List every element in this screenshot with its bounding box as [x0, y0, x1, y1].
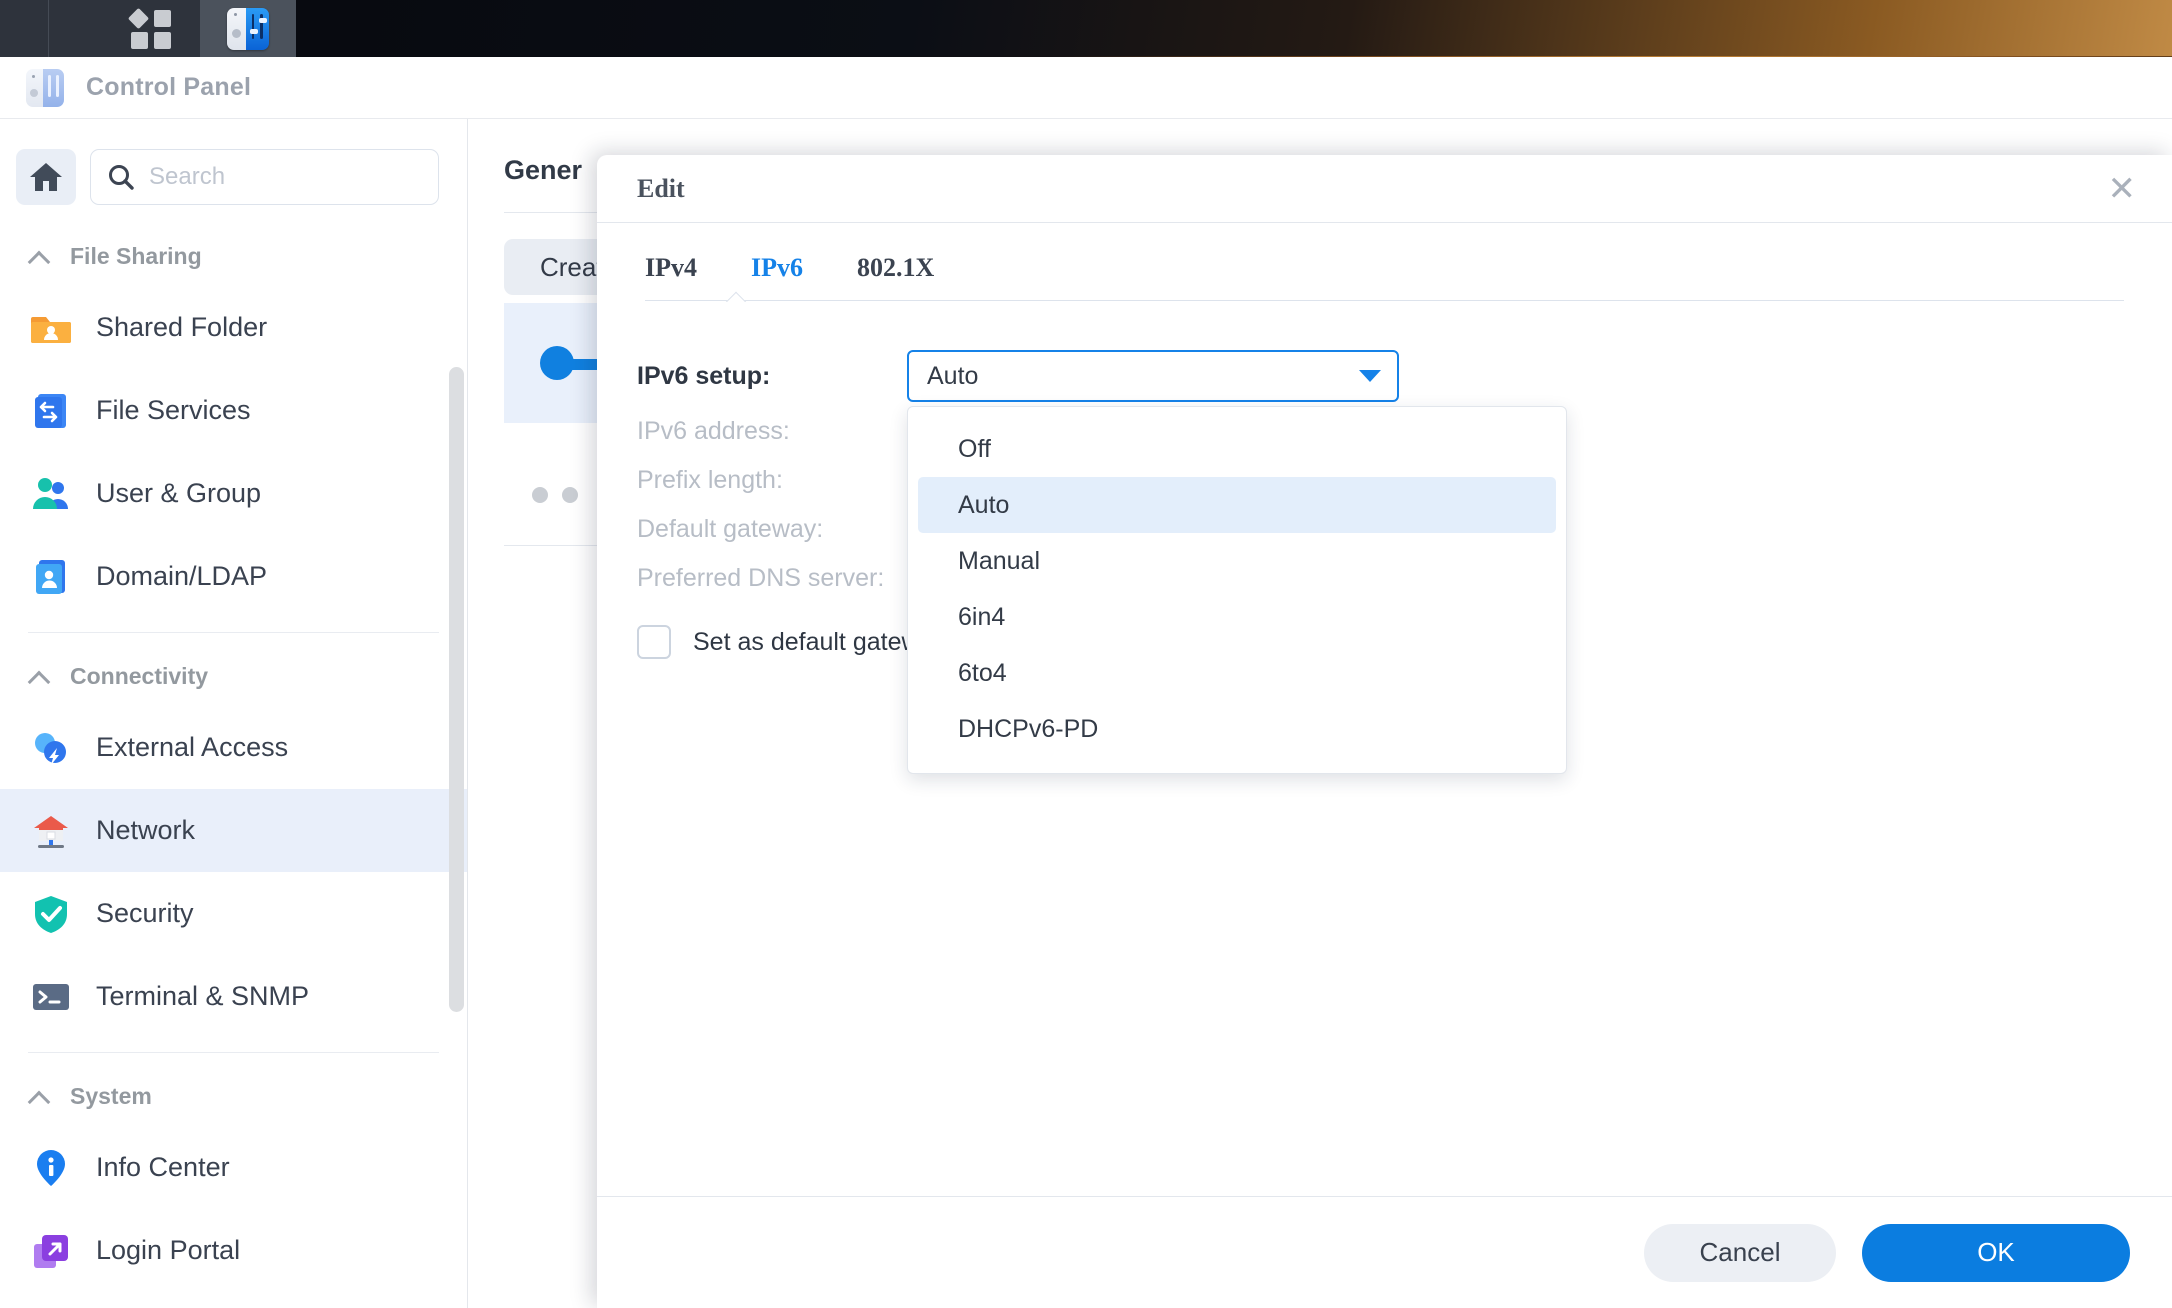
ok-button[interactable]: OK — [1862, 1223, 2130, 1282]
sidebar-item-terminal-snmp[interactable]: Terminal & SNMP — [0, 955, 467, 1038]
home-button[interactable] — [16, 149, 76, 205]
dropdown-option-auto[interactable]: Auto — [918, 477, 1556, 533]
sidebar-item-network[interactable]: Network — [0, 789, 467, 872]
sidebar-scroll-area: File Sharing Shared Folder File Services… — [0, 227, 467, 1308]
taskbar — [0, 0, 2172, 57]
dropdown-option-6in4[interactable]: 6in4 — [918, 589, 1556, 645]
dialog-tabs: IPv4 IPv6 802.1X — [597, 223, 2172, 301]
shared-folder-icon — [30, 307, 72, 349]
sidebar-item-label: Terminal & SNMP — [96, 981, 310, 1011]
ipv6-setup-value: Auto — [927, 361, 979, 390]
taskbar-apps-button[interactable] — [104, 0, 200, 57]
info-center-icon — [30, 1147, 72, 1189]
form-row-ipv6-setup: IPv6 setup: Auto Off Auto Manual 6in4 6t… — [597, 345, 2172, 774]
chevron-up-icon — [30, 251, 50, 263]
control-panel-icon — [26, 68, 64, 107]
sidebar-item-domain-ldap[interactable]: Domain/LDAP — [0, 535, 467, 618]
taskbar-divider — [48, 0, 49, 57]
dialog-header: Edit ✕ — [597, 155, 2172, 223]
set-default-gateway-checkbox[interactable] — [637, 625, 671, 659]
sidebar-item-external-access[interactable]: External Access — [0, 706, 467, 789]
sidebar-scrollbar[interactable] — [449, 367, 464, 1012]
ipv6-setup-dropdown: Off Auto Manual 6in4 6to4 DHCPv6-PD — [907, 406, 1567, 774]
edit-dialog: Edit ✕ IPv4 IPv6 802.1X IPv6 setup: Auto… — [597, 155, 2172, 1308]
sidebar-item-label: Login Portal — [96, 1235, 241, 1265]
sidebar-item-label: Info Center — [96, 1152, 230, 1182]
taskbar-app-group — [0, 0, 200, 57]
dialog-footer: Cancel OK — [597, 1196, 2172, 1308]
search-icon — [109, 165, 134, 190]
sidebar-item-info-center[interactable]: Info Center — [0, 1126, 467, 1209]
login-portal-icon — [30, 1230, 72, 1272]
sidebar-group-system[interactable]: System — [0, 1067, 467, 1126]
sidebar-item-label: Network — [96, 815, 196, 845]
apps-icon — [127, 7, 173, 50]
sidebar-item-label: File Services — [96, 395, 251, 425]
dialog-body: IPv6 setup: Auto Off Auto Manual 6in4 6t… — [597, 301, 2172, 1196]
label-preferred-dns-server: Preferred DNS server: — [637, 564, 885, 592]
chevron-up-icon — [30, 671, 50, 683]
tab-8021x[interactable]: 802.1X — [857, 253, 934, 301]
search-input[interactable]: Search — [90, 149, 439, 205]
dialog-title: Edit — [637, 173, 685, 203]
sidebar-group-file-sharing[interactable]: File Sharing — [0, 227, 467, 286]
dropdown-option-dhcpv6-pd[interactable]: DHCPv6-PD — [918, 701, 1556, 757]
sidebar-divider — [28, 1052, 439, 1053]
search-placeholder: Search — [149, 163, 226, 190]
sidebar-item-shared-folder[interactable]: Shared Folder — [0, 286, 467, 369]
dot-icon — [532, 487, 548, 503]
dropdown-option-6to4[interactable]: 6to4 — [918, 645, 1556, 701]
sidebar-header: Search — [0, 119, 467, 227]
external-access-icon — [30, 727, 72, 769]
control-panel-icon — [227, 7, 269, 50]
sidebar-item-security[interactable]: Security — [0, 872, 467, 955]
sidebar-item-label: Domain/LDAP — [96, 561, 268, 591]
sidebar-item-label: Security — [96, 898, 194, 928]
sidebar-item-login-portal[interactable]: Login Portal — [0, 1209, 467, 1292]
security-shield-icon — [30, 893, 72, 935]
sidebar-group-label: Connectivity — [70, 663, 209, 689]
label-ipv6-address: IPv6 address: — [637, 417, 790, 445]
user-group-icon — [30, 473, 72, 515]
home-icon — [30, 163, 62, 191]
tab-ipv4[interactable]: IPv4 — [645, 253, 697, 301]
sidebar-divider — [28, 632, 439, 633]
cancel-button[interactable]: Cancel — [1644, 1223, 1836, 1282]
sidebar-group-label: File Sharing — [70, 243, 202, 269]
sidebar-item-label: User & Group — [96, 478, 262, 508]
label-ipv6-setup: IPv6 setup: — [637, 361, 771, 390]
terminal-icon — [30, 976, 72, 1018]
domain-ldap-icon — [30, 556, 72, 598]
sidebar-group-label: System — [70, 1083, 152, 1109]
label-prefix-length: Prefix length: — [637, 466, 783, 494]
sidebar-item-user-group[interactable]: User & Group — [0, 452, 467, 535]
sidebar-item-file-services[interactable]: File Services — [0, 369, 467, 452]
tab-ipv6[interactable]: IPv6 — [751, 253, 803, 301]
page-title: Control Panel — [86, 73, 252, 101]
chevron-up-icon — [30, 1091, 50, 1103]
window-titlebar: Control Panel — [0, 57, 2172, 119]
dropdown-option-manual[interactable]: Manual — [918, 533, 1556, 589]
label-default-gateway: Default gateway: — [637, 515, 824, 543]
close-icon[interactable]: ✕ — [2108, 172, 2137, 206]
ipv6-setup-select[interactable]: Auto — [907, 350, 1399, 402]
dropdown-option-off[interactable]: Off — [918, 421, 1556, 477]
file-services-icon — [30, 390, 72, 432]
sidebar-group-connectivity[interactable]: Connectivity — [0, 647, 467, 706]
chevron-down-icon — [1359, 370, 1381, 382]
taskbar-control-panel-button[interactable] — [200, 0, 296, 57]
sidebar: Search File Sharing Shared Folder File S… — [0, 119, 468, 1308]
dot-icon — [562, 487, 578, 503]
sidebar-item-label: Shared Folder — [96, 312, 268, 342]
sidebar-item-label: External Access — [96, 732, 289, 762]
network-icon — [30, 810, 72, 852]
